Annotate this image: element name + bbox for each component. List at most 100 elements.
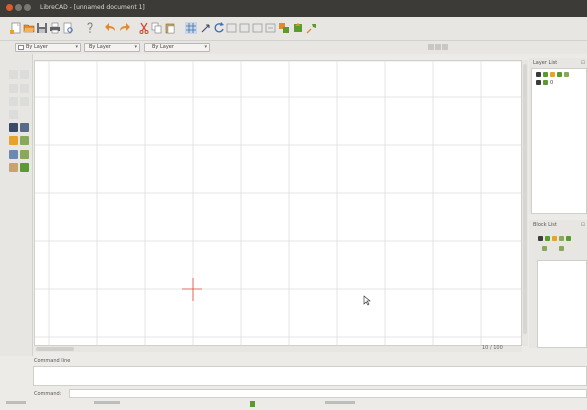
info-tool-icon[interactable] — [20, 163, 29, 172]
command-history — [33, 366, 587, 386]
print-icon[interactable] — [49, 22, 61, 34]
mouse-cursor-icon — [363, 295, 371, 306]
block-toolbar — [538, 236, 583, 242]
block-list-body — [537, 260, 587, 348]
pen-toolbar-handle[interactable] — [428, 44, 450, 51]
select-tool-icon[interactable] — [9, 123, 18, 132]
pen-color-swatch — [18, 45, 24, 50]
command-line-title: Command line — [34, 358, 71, 364]
dock-float-icon[interactable]: ⊡ — [581, 60, 585, 66]
copy-icon[interactable] — [151, 22, 163, 34]
paste-icon[interactable] — [164, 22, 176, 34]
zoom-auto-icon[interactable] — [252, 22, 264, 34]
chevron-down-icon: ▾ — [204, 44, 207, 50]
drawing-canvas[interactable] — [34, 60, 522, 346]
remove-layer-icon[interactable] — [557, 72, 562, 77]
dimension-tool-icon[interactable] — [20, 123, 29, 132]
block-tool-icon[interactable] — [9, 163, 18, 172]
chevron-down-icon: ▾ — [75, 44, 78, 50]
layer-pen-combo[interactable]: By Layer ▾ — [15, 43, 81, 52]
layer-name: 0 — [550, 80, 554, 86]
cut-icon[interactable] — [138, 22, 150, 34]
chevron-down-icon: ▾ — [134, 44, 137, 50]
command-line-header: Command line — [0, 356, 587, 366]
layer-list-panel: Layer List ⊡ 0 — [529, 58, 587, 214]
absolute-coordinates — [6, 401, 26, 404]
save-icon[interactable] — [36, 22, 48, 34]
layer-pen-label: By Layer — [26, 44, 48, 50]
color-combo[interactable]: By Layer ▾ — [84, 43, 140, 52]
zoom-window-icon[interactable] — [278, 22, 290, 34]
relative-coordinates — [94, 401, 120, 404]
polyline-tool-icon[interactable] — [9, 97, 18, 106]
edit-layer-icon[interactable] — [564, 72, 569, 77]
layer-list-title: Layer List — [533, 60, 558, 66]
selected-info — [325, 401, 355, 404]
modify-tool-icon[interactable] — [20, 136, 29, 145]
pen-toolbar: By Layer ▾ By Layer ▾ By Layer ▾ — [0, 41, 587, 54]
layer-toolbar — [536, 72, 576, 78]
new-icon[interactable] — [10, 22, 22, 34]
window-maximize-button[interactable] — [24, 4, 31, 11]
block-toolbar-2 — [538, 246, 583, 252]
spline-tool-icon[interactable] — [20, 97, 29, 106]
cad-tools-toolbar — [0, 54, 33, 356]
color-label: By Layer — [89, 44, 111, 50]
main-toolbar — [0, 17, 587, 41]
hide-all-layers-icon[interactable] — [543, 72, 548, 77]
vertical-scrollbar[interactable] — [522, 60, 528, 346]
title-bar: LibreCAD - [unnamed document 1] — [0, 0, 587, 17]
redraw-icon[interactable] — [213, 22, 225, 34]
line-tool-icon[interactable] — [9, 70, 18, 79]
open-icon[interactable] — [23, 22, 35, 34]
redo-icon[interactable] — [118, 22, 130, 34]
pan-icon[interactable] — [292, 22, 304, 34]
edit-block-icon[interactable] — [566, 236, 571, 241]
block-list-panel: Block List ⊡ — [529, 220, 587, 348]
text-tool-icon[interactable] — [9, 150, 18, 159]
window-close-button[interactable] — [6, 4, 13, 11]
dock-float-icon[interactable]: ⊡ — [581, 222, 585, 228]
snap-icon[interactable] — [200, 22, 212, 34]
ellipse-tool-icon[interactable] — [20, 84, 29, 93]
arc-tool-icon[interactable] — [20, 70, 29, 79]
layer-row[interactable]: 0 — [536, 80, 576, 86]
add-layer-icon[interactable] — [550, 72, 555, 77]
grid-status: 10 / 100 — [482, 345, 503, 351]
point-tool-icon[interactable] — [9, 110, 18, 119]
insert-block-icon[interactable] — [542, 246, 547, 251]
zoom-previous-icon[interactable] — [265, 22, 277, 34]
block-list-title: Block List — [533, 222, 557, 228]
zoom-in-icon[interactable] — [226, 22, 238, 34]
command-input[interactable] — [69, 389, 587, 398]
circle-tool-icon[interactable] — [9, 84, 18, 93]
image-tool-icon[interactable] — [20, 150, 29, 159]
window-title: LibreCAD - [unnamed document 1] — [40, 4, 145, 11]
mouse-icon — [250, 401, 255, 407]
window-minimize-button[interactable] — [15, 4, 22, 11]
grid-icon[interactable] — [185, 22, 197, 34]
undo-icon[interactable] — [105, 22, 117, 34]
width-label: By Layer — [152, 44, 174, 50]
help-icon[interactable] — [84, 22, 96, 34]
width-combo[interactable]: By Layer ▾ — [144, 43, 210, 52]
show-all-layers-icon[interactable] — [536, 72, 541, 77]
hide-all-blocks-icon[interactable] — [545, 236, 550, 241]
horizontal-scrollbar[interactable] — [34, 346, 522, 352]
grid-lines — [35, 61, 521, 345]
layer-lock-icon[interactable] — [543, 80, 548, 85]
vertical-scroll-thumb[interactable] — [523, 64, 527, 334]
show-all-blocks-icon[interactable] — [538, 236, 543, 241]
status-bar — [0, 399, 587, 410]
save-block-icon[interactable] — [559, 246, 564, 251]
origin-crosshair — [182, 278, 202, 301]
add-block-icon[interactable] — [552, 236, 557, 241]
print-preview-icon[interactable] — [62, 22, 74, 34]
hatch-tool-icon[interactable] — [9, 136, 18, 145]
layer-list-body: 0 — [531, 68, 587, 214]
zoom-out-icon[interactable] — [239, 22, 251, 34]
select-icon[interactable] — [306, 22, 318, 34]
remove-block-icon[interactable] — [559, 236, 564, 241]
horizontal-scroll-thumb[interactable] — [36, 347, 74, 351]
layer-visible-icon[interactable] — [536, 80, 541, 85]
